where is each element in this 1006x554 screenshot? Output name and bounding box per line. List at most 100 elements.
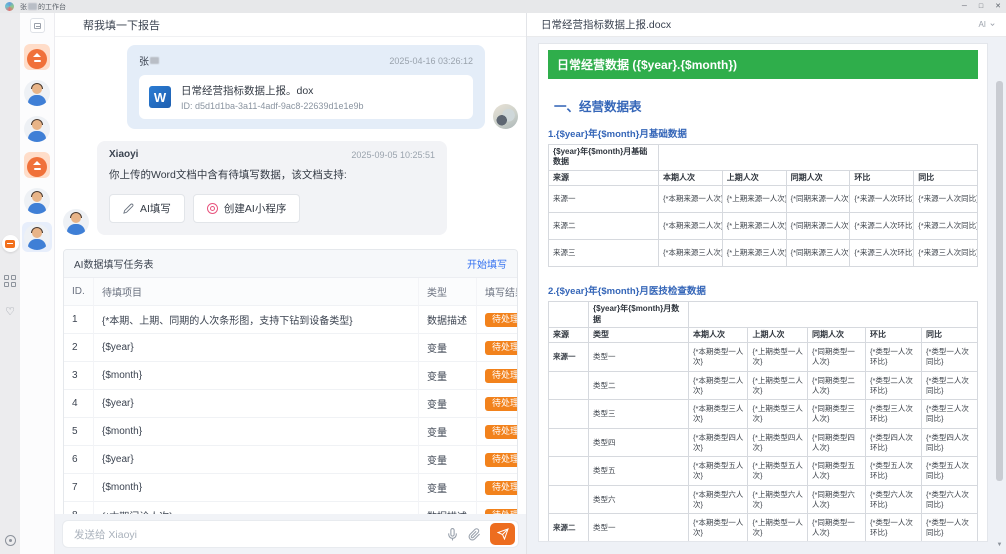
task-row-7: 7 {$month} 变量 待处理 xyxy=(64,474,517,502)
agent-avatar-1[interactable] xyxy=(22,42,52,72)
task-type: 数据描述 xyxy=(418,306,476,334)
message-input[interactable]: 发送给 Xiaoyi xyxy=(62,520,519,548)
task-id: 3 xyxy=(64,362,93,390)
settings-nav-button[interactable] xyxy=(0,535,20,546)
redacted-name xyxy=(150,57,159,64)
status-badge: 待处理 xyxy=(485,312,517,327)
chat-panel: 帮我填一下报告 张 2025-04-16 03:26:12 W 日常经营指标数据… xyxy=(55,13,527,554)
task-type: 变量 xyxy=(418,446,476,474)
table2-row: 来源二 类型一 {*本期类型一人次} {*上期类型一人次} {*同期类型一人次} {*类型… xyxy=(548,513,979,541)
table2-row: 类型三 {*本期类型三人次} {*上期类型三人次} {*同期类型三人次} {*类型三人次… xyxy=(548,399,979,429)
user-avatar-photo[interactable] xyxy=(493,104,518,129)
assistant-avatar[interactable] xyxy=(63,209,89,235)
col-header-id: ID. xyxy=(64,278,93,306)
task-type: 变量 xyxy=(418,334,476,362)
assistant-message-bubble: Xiaoyi 2025-09-05 10:25:51 你上传的Word文档中含有… xyxy=(97,141,447,235)
task-item: {$month} xyxy=(93,362,418,390)
status-badge: 待处理 xyxy=(485,396,517,411)
agent-avatar-2[interactable] xyxy=(22,78,52,108)
conversation-list-button[interactable] xyxy=(29,18,45,33)
scroll-down-arrow[interactable]: ▼ xyxy=(996,542,1003,548)
task-type: 变量 xyxy=(418,390,476,418)
scrollbar-thumb[interactable] xyxy=(996,81,1003,481)
task-item: {$year} xyxy=(93,446,418,474)
file-name: 日常经营指标数据上报。dox xyxy=(181,85,314,97)
exam-data-table: {$year}年{$month}月数据 来源 类型 本期人次 上期人次 同期人次 环比 同比来… xyxy=(548,301,979,541)
user-message-time: 2025-04-16 03:26:12 xyxy=(389,55,473,66)
task-row-2: 2 {$year} 变量 待处理 xyxy=(64,334,517,362)
task-id: 1 xyxy=(64,306,93,334)
apps-grid-icon xyxy=(4,275,16,287)
task-id: 6 xyxy=(64,446,93,474)
table2-row: 类型二 {*本期类型二人次} {*上期类型二人次} {*同期类型二人次} {*类型二人次… xyxy=(548,370,979,401)
input-placeholder: 发送给 Xiaoyi xyxy=(74,528,138,541)
task-type: 变量 xyxy=(418,418,476,446)
apps-nav-button[interactable] xyxy=(0,275,20,287)
attached-file-card[interactable]: W 日常经营指标数据上报。dox ID: d5d1d1ba-3a11-4adf-… xyxy=(139,75,473,119)
table1-row: 来源三 {*本期来源三人次} {*上期来源三人次} {*同期来源三人次} {*来源三人次… xyxy=(548,239,978,268)
start-fill-link[interactable]: 开始填写 xyxy=(467,256,507,271)
heart-icon: ♡ xyxy=(5,306,15,318)
task-item: {$month} xyxy=(93,474,418,502)
table1-row: 来源一 {*本期来源一人次} {*上期来源一人次} {*同期来源一人次} {*来源一人次… xyxy=(548,185,978,214)
ai-menu-button[interactable]: AI xyxy=(978,20,996,29)
document-page: 日常经营数据 ({$year}.{$month}) 一、经营数据表 1.{$ye… xyxy=(538,43,988,542)
status-badge: 待处理 xyxy=(485,480,517,495)
assistant-name: Xiaoyi xyxy=(109,149,139,160)
word-file-icon: W xyxy=(149,86,171,108)
task-status: 待处理 xyxy=(476,418,517,446)
microphone-button[interactable] xyxy=(446,527,459,541)
pencil-icon xyxy=(123,203,134,214)
person-avatar-icon xyxy=(24,116,50,142)
status-badge: 待处理 xyxy=(485,424,517,439)
create-ai-miniprogram-button[interactable]: 创建AI小程序 xyxy=(192,194,301,223)
assistant-message-time: 2025-09-05 10:25:51 xyxy=(351,149,435,160)
task-status: 待处理 xyxy=(476,390,517,418)
task-status: 待处理 xyxy=(476,306,517,334)
doc-heading-1: 一、经营数据表 xyxy=(554,100,642,114)
minimize-button[interactable]: ─ xyxy=(962,3,967,10)
paperclip-icon xyxy=(468,527,480,540)
send-button[interactable] xyxy=(490,523,515,545)
task-status: 待处理 xyxy=(476,362,517,390)
maximize-button[interactable]: □ xyxy=(979,3,983,10)
table2-row: 类型六 {*本期类型六人次} {*上期类型六人次} {*同期类型六人次} {*类型六人次… xyxy=(548,484,979,515)
microphone-icon xyxy=(448,527,457,540)
task-row-3: 3 {$month} 变量 待处理 xyxy=(64,362,517,390)
send-icon xyxy=(496,528,509,540)
attach-button[interactable] xyxy=(468,527,481,541)
task-id: 5 xyxy=(64,418,93,446)
chat-nav-button[interactable] xyxy=(0,235,20,252)
ai-task-table: AI数据填写任务表 开始填写 ID. 待填项目 类型 填写结果 1{*本期、上期… xyxy=(63,249,518,514)
app-logo-icon xyxy=(5,2,14,11)
agent-avatar-3[interactable] xyxy=(22,114,52,144)
person-avatar-icon xyxy=(24,224,50,250)
doc-scrollbar xyxy=(996,65,1003,536)
task-item: {*本期门诊人次} xyxy=(93,502,418,514)
doc-subheading-1: 1.{$year}年{$month}月基础数据 xyxy=(548,129,687,140)
window-title-suffix: 的工作台 xyxy=(38,3,66,11)
agent-avatar-4[interactable] xyxy=(22,150,52,180)
task-status: 待处理 xyxy=(476,446,517,474)
col-header-result: 填写结果 xyxy=(476,278,517,306)
status-badge: 待处理 xyxy=(485,340,517,355)
app-window: 张的工作台 ─ □ ✕ ♡ 帮我填一下报告 张 2025-04-16 03:26… xyxy=(0,0,1006,554)
table2-row: 来源一 类型一 {*本期类型一人次} {*上期类型一人次} {*同期类型一人次} {*类型… xyxy=(548,342,979,372)
task-id: 2 xyxy=(64,334,93,362)
user-message-sender: 张 xyxy=(139,53,159,68)
person-avatar-icon xyxy=(24,80,50,106)
ai-fill-button[interactable]: AI填写 xyxy=(109,194,185,223)
task-item: {$year} xyxy=(93,334,418,362)
favorites-nav-button[interactable]: ♡ xyxy=(0,305,20,318)
close-button[interactable]: ✕ xyxy=(995,3,1001,10)
settings-icon xyxy=(4,535,16,546)
window-title: 张 的工作台 xyxy=(20,2,66,12)
agent-avatar-5[interactable] xyxy=(22,186,52,216)
status-badge: 待处理 xyxy=(485,452,517,467)
task-item: {$month} xyxy=(93,418,418,446)
table1-row: 来源二 {*本期来源二人次} {*上期来源二人次} {*同期来源二人次} {*来源二人次… xyxy=(548,212,978,241)
bot-avatar-icon xyxy=(24,44,50,70)
agent-avatar-6[interactable] xyxy=(22,222,52,252)
person-avatar-icon xyxy=(24,188,50,214)
table2-caption-row: {$year}年{$month}月数据 xyxy=(548,301,978,328)
